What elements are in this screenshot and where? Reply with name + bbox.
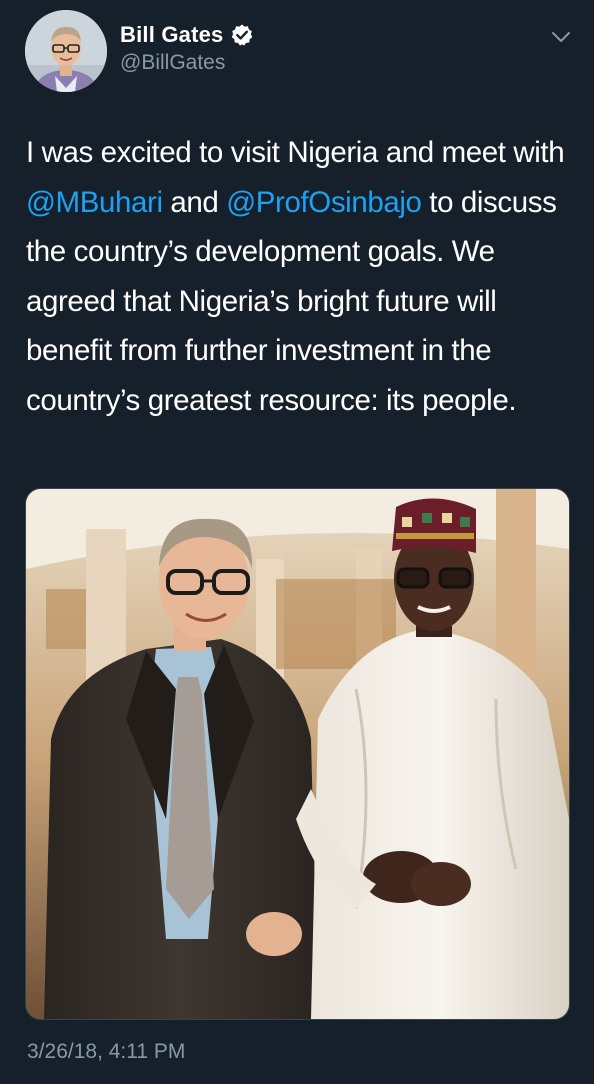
tweet-text-segment: and xyxy=(162,185,227,219)
tweet-text-segment: I was excited to visit Nigeria and meet … xyxy=(26,136,565,169)
mention-link-profosinbajo[interactable]: @ProfOsinbajo xyxy=(226,186,422,219)
verified-badge-icon xyxy=(230,23,254,47)
photo-image xyxy=(26,489,569,1019)
mention-link-mbuhari[interactable]: @MBuhari xyxy=(26,186,163,219)
tweet-text: I was excited to visit Nigeria and meet … xyxy=(26,128,571,425)
display-name[interactable]: Bill Gates xyxy=(120,22,223,48)
tweet-photo[interactable] xyxy=(25,488,570,1020)
avatar[interactable] xyxy=(25,10,107,92)
user-handle[interactable]: @BillGates xyxy=(120,51,225,75)
tweet-text-segment: to discuss the country’s development goa… xyxy=(26,185,557,417)
tweet-timestamp[interactable]: 3/26/18, 4:11 PM xyxy=(27,1040,185,1064)
profile-photo xyxy=(25,10,107,92)
chevron-down-icon[interactable] xyxy=(550,26,572,48)
user-name-row[interactable]: Bill Gates xyxy=(120,22,254,48)
